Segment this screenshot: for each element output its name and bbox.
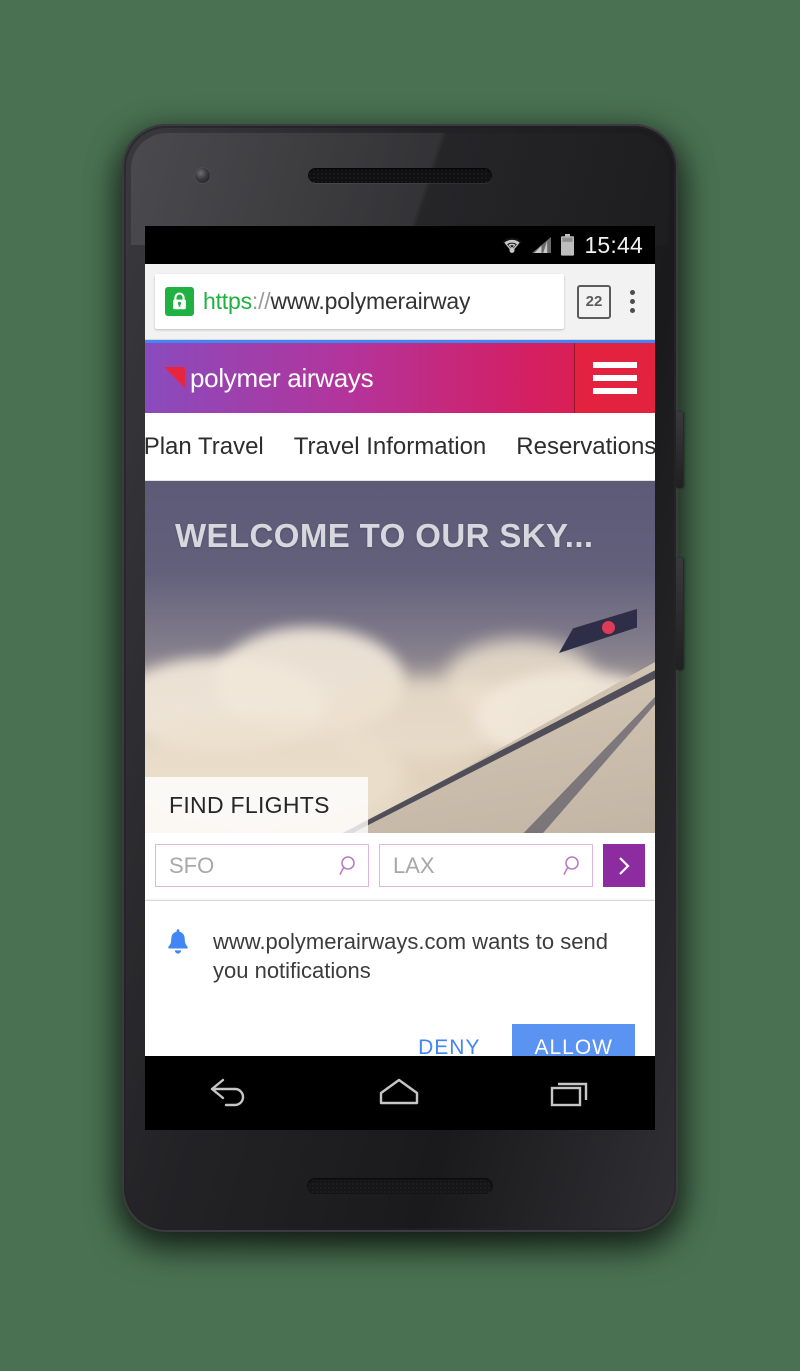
origin-field[interactable] — [155, 844, 369, 887]
omnibox[interactable]: https://www.polymerairway — [155, 274, 564, 329]
brand-name: polymer airways — [190, 362, 374, 393]
permission-message-row: www.polymerairways.com wants to send you… — [165, 927, 635, 986]
permission-message: www.polymerairways.com wants to send you… — [213, 927, 635, 986]
tab-count-label: 22 — [585, 293, 603, 310]
overflow-menu-icon[interactable] — [621, 290, 643, 313]
url-host: www.polymerairway — [270, 288, 471, 314]
android-status-bar: 15:44 — [145, 226, 655, 264]
nav-item-plan-travel[interactable]: Plan Travel — [145, 433, 264, 461]
bell-icon — [165, 929, 191, 963]
search-submit-button[interactable] — [603, 844, 645, 887]
recents-icon[interactable] — [546, 1073, 594, 1113]
url-separator: :// — [251, 288, 271, 314]
destination-field[interactable] — [379, 844, 593, 887]
front-camera-icon — [195, 168, 210, 183]
volume-button[interactable] — [676, 558, 683, 670]
tab-counter-button[interactable]: 22 — [577, 284, 611, 319]
status-clock: 15:44 — [584, 231, 643, 258]
battery-icon — [561, 234, 575, 256]
power-button[interactable] — [676, 412, 683, 488]
status-icons — [500, 234, 575, 256]
signal-icon — [532, 237, 552, 253]
site-header: polymer airways — [145, 343, 655, 413]
destination-input[interactable] — [391, 851, 563, 880]
earpiece-speaker-icon — [308, 168, 492, 183]
home-icon[interactable] — [373, 1073, 425, 1113]
triangle-logo-icon — [164, 367, 185, 388]
hero-banner: WELCOME TO OUR SKY... FIND FLIGHTS — [145, 481, 655, 833]
flight-search-bar — [145, 833, 655, 901]
winglet-logo-icon — [602, 621, 615, 634]
chevron-right-icon — [619, 856, 630, 875]
url-text: https://www.polymerairway — [203, 288, 470, 315]
hamburger-menu-icon[interactable] — [574, 343, 655, 413]
magnifier-icon[interactable] — [339, 855, 360, 876]
origin-input[interactable] — [167, 851, 339, 880]
find-flights-tab[interactable]: FIND FLIGHTS — [145, 777, 368, 833]
permission-origin: www.polymerairways.com — [213, 929, 467, 954]
browser-toolbar: https://www.polymerairway 22 — [145, 264, 655, 340]
back-icon[interactable] — [206, 1073, 252, 1113]
nav-item-reservations[interactable]: Reservations — [516, 433, 655, 461]
site-nav: Plan Travel Travel Information Reservati… — [145, 413, 655, 481]
android-nav-bar — [145, 1056, 655, 1130]
nav-item-travel-information[interactable]: Travel Information — [294, 433, 487, 461]
magnifier-icon[interactable] — [563, 855, 584, 876]
lock-icon[interactable] — [165, 287, 194, 316]
wifi-icon — [502, 237, 523, 254]
brand[interactable]: polymer airways — [145, 343, 574, 413]
url-scheme: https — [203, 288, 252, 314]
phone-screen: 15:44 https://www.polymerairway 22 polym… — [145, 226, 655, 1130]
bottom-speaker-icon — [307, 1178, 493, 1194]
hero-title: WELCOME TO OUR SKY... — [175, 517, 594, 554]
